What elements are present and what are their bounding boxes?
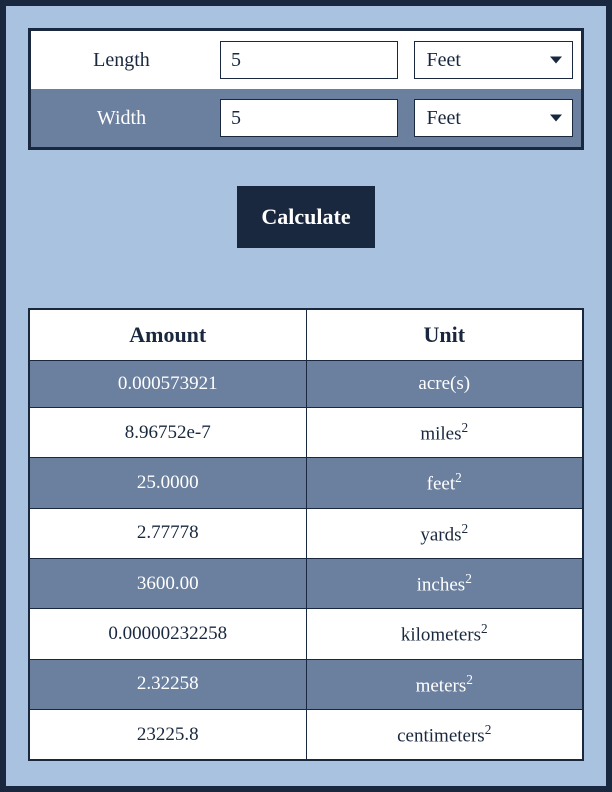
amount-cell: 0.000573921 [29,361,306,408]
width-unit-select[interactable]: Feet [414,99,573,137]
unit-cell: acre(s) [306,361,583,408]
unit-cell: inches2 [306,558,583,608]
unit-cell: feet2 [306,458,583,508]
amount-cell: 8.96752e-7 [29,408,306,458]
results-row: 0.000573921acre(s) [29,361,583,408]
width-row: Width Feet [30,89,583,149]
amount-cell: 2.32258 [29,659,306,709]
unit-cell: centimeters2 [306,709,583,760]
width-unit-value: Feet [427,107,461,130]
results-row: 3600.00inches2 [29,558,583,608]
results-row: 8.96752e-7miles2 [29,408,583,458]
length-unit-value: Feet [427,49,461,72]
input-table: Length Feet Width Feet [28,28,584,150]
amount-header: Amount [29,309,306,361]
results-row: 2.77778yards2 [29,508,583,558]
results-table: Amount Unit 0.000573921acre(s)8.96752e-7… [28,308,584,761]
chevron-down-icon [550,57,562,64]
results-row: 0.00000232258kilometers2 [29,609,583,659]
width-input[interactable] [220,99,398,137]
calculator-panel: Length Feet Width Feet [0,0,612,792]
amount-cell: 0.00000232258 [29,609,306,659]
length-row: Length Feet [30,30,583,90]
length-unit-select[interactable]: Feet [414,41,573,79]
chevron-down-icon [550,115,562,122]
unit-cell: yards2 [306,508,583,558]
amount-cell: 3600.00 [29,558,306,608]
amount-cell: 2.77778 [29,508,306,558]
results-row: 25.0000feet2 [29,458,583,508]
results-row: 2.32258meters2 [29,659,583,709]
unit-cell: kilometers2 [306,609,583,659]
width-label: Width [30,89,212,149]
length-label: Length [30,30,212,90]
unit-cell: miles2 [306,408,583,458]
unit-header: Unit [306,309,583,361]
unit-cell: meters2 [306,659,583,709]
results-row: 23225.8centimeters2 [29,709,583,760]
amount-cell: 25.0000 [29,458,306,508]
length-input[interactable] [220,41,398,79]
calculate-button[interactable]: Calculate [237,186,374,248]
amount-cell: 23225.8 [29,709,306,760]
